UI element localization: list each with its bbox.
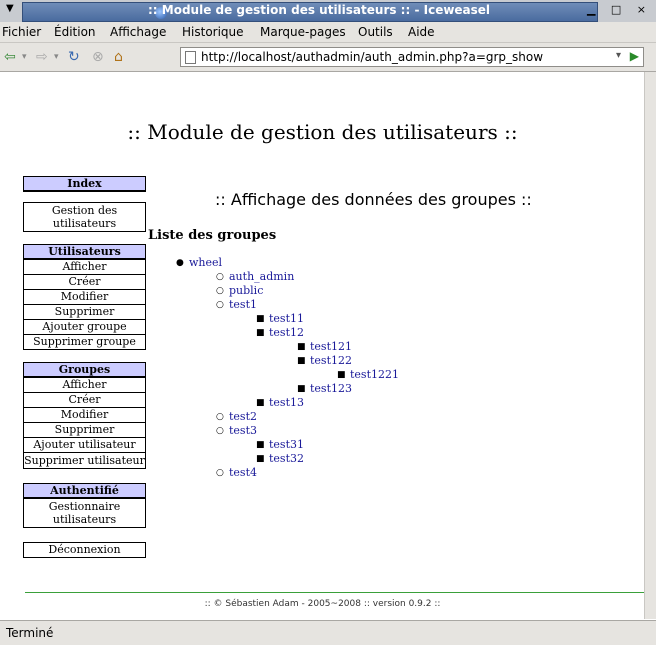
menu-item-users-creer[interactable]: Créer	[24, 274, 145, 289]
bullet-square: ■	[297, 384, 306, 394]
menu-historique[interactable]: Historique	[182, 25, 244, 39]
menu-item-groups-supprimer-utilisateur[interactable]: Supprimer utilisateur	[24, 452, 145, 468]
bullet-disc: ●	[176, 258, 184, 268]
bullet-circle: ○	[216, 300, 224, 310]
menu-item-gestion-utilisateurs[interactable]: Gestion des utilisateurs	[24, 203, 145, 231]
group-link-test12[interactable]: test12	[269, 326, 304, 339]
bullet-circle: ○	[216, 272, 224, 282]
group-link-test3[interactable]: test3	[229, 424, 257, 437]
window-titlebar: ▼ :: Module de gestion des utilisateurs …	[0, 0, 656, 22]
group-link-public[interactable]: public	[229, 284, 263, 297]
menu-box-deconnexion: Déconnexion	[23, 542, 146, 558]
group-link-test13[interactable]: test13	[269, 396, 304, 409]
footer-divider	[25, 592, 645, 593]
menu-header-utilisateurs: Utilisateurs	[24, 245, 145, 259]
page-footer: :: © Sébastien Adam - 2005~2008 :: versi…	[204, 599, 441, 609]
menu-fichier[interactable]: Fichier	[2, 25, 41, 39]
bullet-circle: ○	[216, 426, 224, 436]
group-link-test1221[interactable]: test1221	[350, 368, 399, 381]
group-link-test122[interactable]: test122	[310, 354, 352, 367]
bullet-square: ■	[256, 314, 265, 324]
status-text: Terminé	[6, 626, 54, 640]
bullet-square: ■	[256, 454, 265, 464]
menu-marque-pages[interactable]: Marque-pages	[260, 25, 346, 39]
menu-header-authentifie: Authentifié	[24, 484, 145, 498]
menu-item-groups-creer[interactable]: Créer	[24, 392, 145, 407]
menu-item-users-supprimer[interactable]: Supprimer	[24, 304, 145, 319]
go-icon[interactable]: ▶	[630, 49, 639, 63]
navigation-toolbar: ⇦ ▾ ⇨ ▾ ↻ ⊗ ⌂ http://localhost/authadmin…	[0, 43, 656, 72]
window-controls[interactable]: ▁ □ ×	[587, 3, 652, 16]
menu-header-groupes: Groupes	[24, 363, 145, 377]
menu-box-index: Index	[23, 176, 146, 192]
group-link-test1[interactable]: test1	[229, 298, 257, 311]
group-link-test121[interactable]: test121	[310, 340, 352, 353]
menu-item-users-modifier[interactable]: Modifier	[24, 289, 145, 304]
sidebar: Index Gestion des utilisateurs Utilisate…	[23, 176, 146, 558]
group-link-test2[interactable]: test2	[229, 410, 257, 423]
vertical-scrollbar[interactable]	[644, 72, 656, 619]
address-bar[interactable]: http://localhost/authadmin/auth_admin.ph…	[180, 47, 644, 67]
group-link-test32[interactable]: test32	[269, 452, 304, 465]
logout-link[interactable]: Déconnexion	[24, 543, 145, 557]
home-icon[interactable]: ⌂	[114, 49, 123, 65]
group-link-auth-admin[interactable]: auth_admin	[229, 270, 294, 283]
menu-item-gestionnaire-utilisateurs[interactable]: Gestionnaire utilisateurs	[24, 498, 145, 527]
group-link-test123[interactable]: test123	[310, 382, 352, 395]
menu-box-utilisateurs: Utilisateurs Afficher Créer Modifier Sup…	[23, 244, 146, 350]
menu-affichage[interactable]: Affichage	[110, 25, 166, 39]
menu-aide[interactable]: Aide	[408, 25, 435, 39]
forward-icon[interactable]: ⇨	[36, 49, 48, 65]
bullet-square: ■	[256, 398, 265, 408]
menu-item-users-afficher[interactable]: Afficher	[24, 259, 145, 274]
page-title: :: Module de gestion des utilisateurs ::	[127, 120, 518, 144]
bullet-circle: ○	[216, 286, 224, 296]
bullet-square: ■	[297, 356, 306, 366]
bullet-square: ■	[297, 342, 306, 352]
url-dropdown-icon[interactable]: ▾	[616, 50, 621, 61]
menu-item-groups-ajouter-utilisateur[interactable]: Ajouter utilisateur	[24, 437, 145, 452]
menubar: Fichier Édition Affichage Historique Mar…	[0, 22, 656, 43]
menu-header-index: Index	[24, 177, 145, 191]
page-icon	[185, 51, 196, 64]
stop-icon[interactable]: ⊗	[92, 49, 104, 65]
group-link-wheel[interactable]: wheel	[189, 256, 222, 269]
back-dropdown-icon[interactable]: ▾	[22, 52, 27, 62]
group-link-test31[interactable]: test31	[269, 438, 304, 451]
reload-icon[interactable]: ↻	[68, 49, 80, 65]
menu-box-authentifie: Authentifié Gestionnaire utilisateurs	[23, 483, 146, 528]
page-content: :: Module de gestion des utilisateurs ::…	[0, 72, 645, 619]
section-subtitle: :: Affichage des données des groupes ::	[215, 190, 532, 209]
back-icon[interactable]: ⇦	[4, 49, 16, 65]
menu-box-groupes: Groupes Afficher Créer Modifier Supprime…	[23, 362, 146, 469]
menu-item-groups-afficher[interactable]: Afficher	[24, 377, 145, 392]
menu-item-groups-supprimer[interactable]: Supprimer	[24, 422, 145, 437]
window-menu-icon[interactable]: ▼	[6, 3, 14, 14]
menu-box-gestion: Gestion des utilisateurs	[23, 202, 146, 232]
forward-dropdown-icon[interactable]: ▾	[54, 52, 59, 62]
bullet-square: ■	[256, 440, 265, 450]
bullet-circle: ○	[216, 468, 224, 478]
bullet-circle: ○	[216, 412, 224, 422]
menu-item-groups-modifier[interactable]: Modifier	[24, 407, 145, 422]
group-list-heading: Liste des groupes	[148, 228, 277, 243]
window-title: :: Module de gestion des utilisateurs ::…	[148, 3, 491, 17]
menu-edition[interactable]: Édition	[54, 25, 96, 39]
bullet-square: ■	[256, 328, 265, 338]
status-bar: Terminé	[0, 620, 656, 645]
menu-item-users-ajouter-groupe[interactable]: Ajouter groupe	[24, 319, 145, 334]
bullet-square: ■	[337, 370, 346, 380]
menu-item-users-supprimer-groupe[interactable]: Supprimer groupe	[24, 334, 145, 349]
menu-outils[interactable]: Outils	[358, 25, 393, 39]
group-link-test4[interactable]: test4	[229, 466, 257, 479]
url-text[interactable]: http://localhost/authadmin/auth_admin.ph…	[201, 50, 543, 64]
group-link-test11[interactable]: test11	[269, 312, 304, 325]
